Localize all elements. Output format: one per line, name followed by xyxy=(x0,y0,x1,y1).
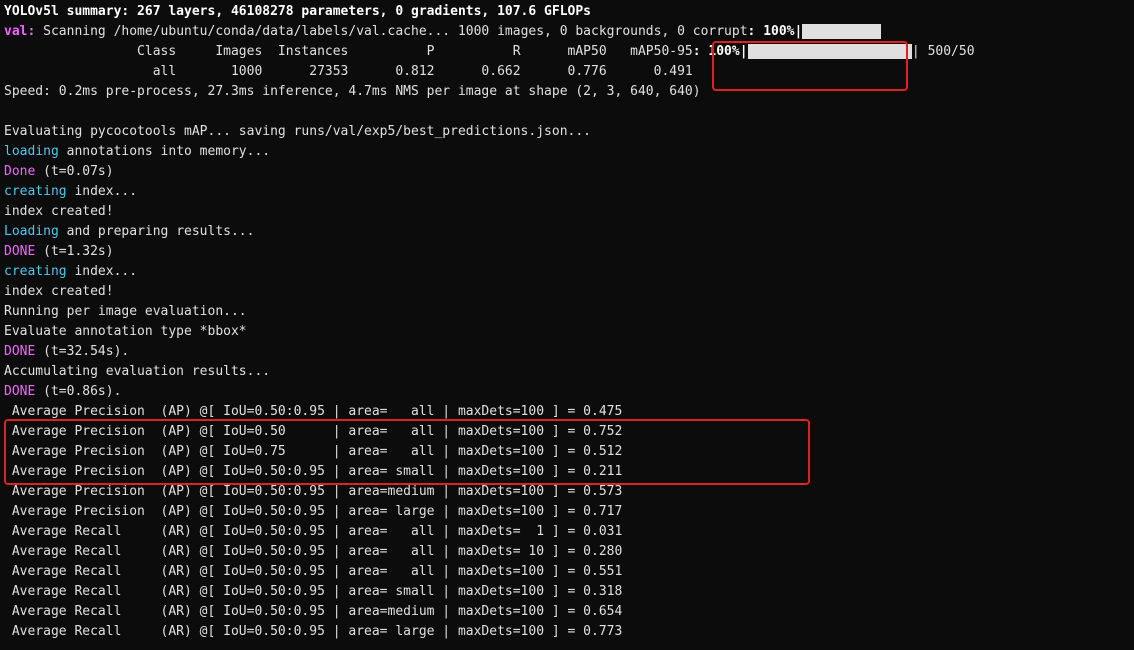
accumulating: Accumulating evaluation results... xyxy=(4,364,270,379)
index-created-2: index created! xyxy=(4,284,114,299)
index-created-1: index created! xyxy=(4,204,114,219)
ar-row: Average Recall (AR) @[ IoU=0.50:0.95 | a… xyxy=(4,624,622,639)
eval-anno-type: Evaluate annotation type *bbox* xyxy=(4,324,247,339)
ap-row: Average Precision (AP) @[ IoU=0.50:0.95 … xyxy=(4,504,622,519)
loading-anno: loading annotations into memory... xyxy=(4,144,270,159)
ar-row: Average Recall (AR) @[ IoU=0.50:0.95 | a… xyxy=(4,524,622,539)
ap-row: Average Precision (AP) @[ IoU=0.50 | are… xyxy=(4,424,622,439)
ap-row: Average Precision (AP) @[ IoU=0.50:0.95 … xyxy=(4,484,622,499)
terminal-output[interactable]: YOLOv5l summary: 267 layers, 46108278 pa… xyxy=(0,0,1134,650)
metrics-row-all: all 1000 27353 0.812 0.662 0.776 0.491 xyxy=(4,64,693,79)
metrics-header: Class Images Instances P R mAP50 mAP50-9… xyxy=(4,44,975,59)
per-image-eval: Running per image evaluation... xyxy=(4,304,247,319)
val-label: val: xyxy=(4,24,43,39)
ap-row: Average Precision (AP) @[ IoU=0.50:0.95 … xyxy=(4,404,622,419)
creating-index-2: creating index... xyxy=(4,264,137,279)
loading-results: Loading and preparing results... xyxy=(4,224,254,239)
ar-row: Average Recall (AR) @[ IoU=0.50:0.95 | a… xyxy=(4,544,622,559)
creating-index-1: creating index... xyxy=(4,184,137,199)
eval-msg: Evaluating pycocotools mAP... saving run… xyxy=(4,124,591,139)
ar-row: Average Recall (AR) @[ IoU=0.50:0.95 | a… xyxy=(4,604,622,619)
ap-row: Average Precision (AP) @[ IoU=0.75 | are… xyxy=(4,444,622,459)
ar-row: Average Recall (AR) @[ IoU=0.50:0.95 | a… xyxy=(4,584,622,599)
val-line: val: Scanning /home/ubuntu/conda/data/la… xyxy=(4,24,881,39)
done-3: DONE (t=32.54s). xyxy=(4,344,129,359)
ap-row: Average Precision (AP) @[ IoU=0.50:0.95 … xyxy=(4,464,622,479)
model-summary: YOLOv5l summary: 267 layers, 46108278 pa… xyxy=(4,4,591,19)
ar-row: Average Recall (AR) @[ IoU=0.50:0.95 | a… xyxy=(4,564,622,579)
done-2: DONE (t=1.32s) xyxy=(4,244,114,259)
done-1: Done (t=0.07s) xyxy=(4,164,114,179)
done-4: DONE (t=0.86s). xyxy=(4,384,121,399)
speed-line: Speed: 0.2ms pre-process, 27.3ms inferen… xyxy=(4,84,701,99)
